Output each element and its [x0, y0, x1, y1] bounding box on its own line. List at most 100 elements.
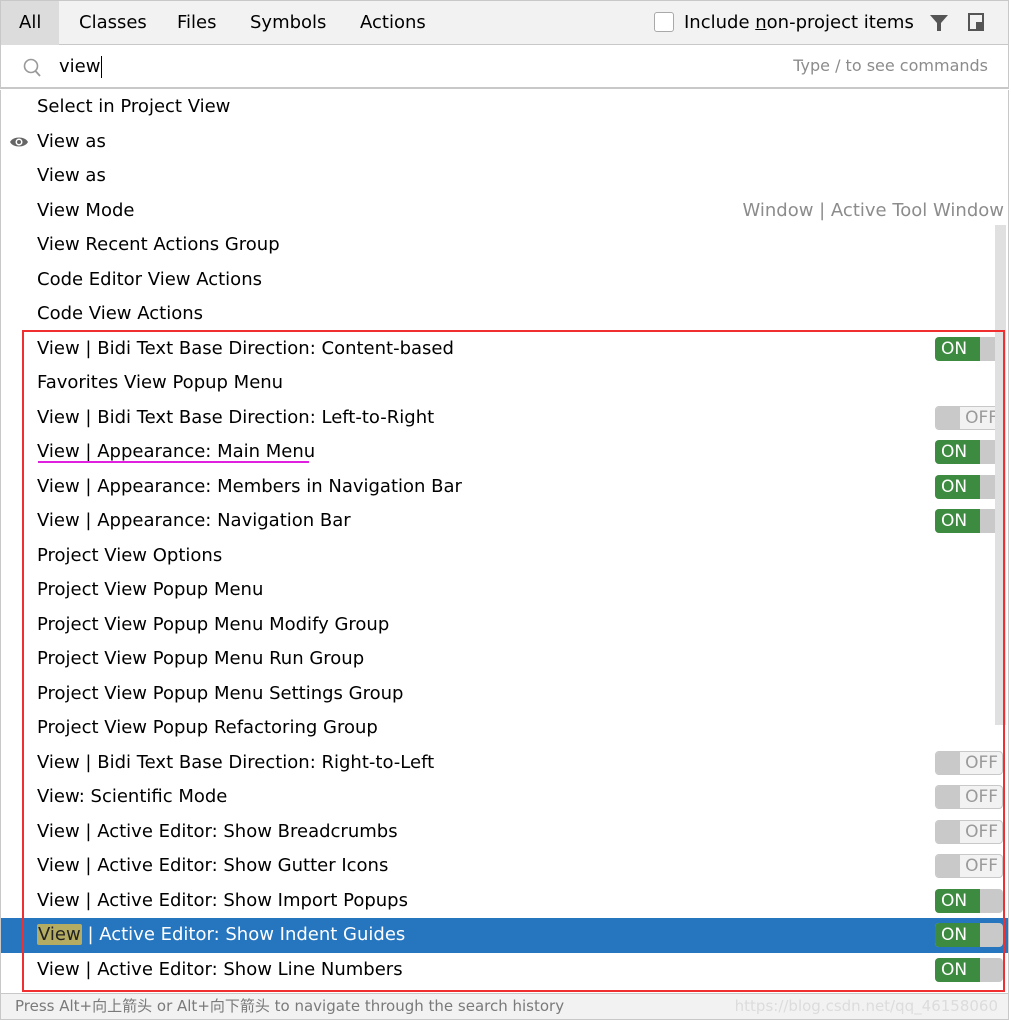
label-part: on-project items: [766, 12, 914, 33]
toggle-switch[interactable]: OFF: [935, 405, 1003, 430]
item-label: View as: [37, 130, 106, 152]
results-list: Select in Project View View as View as View…: [0, 90, 1009, 993]
toggle-switch[interactable]: OFF: [935, 854, 1003, 878]
item-label: Code Editor View Actions: [37, 268, 262, 290]
list-item[interactable]: View | Bidi Text Base Direction: Right-t…: [1, 746, 1008, 781]
tab-files[interactable]: Files: [159, 1, 235, 45]
item-label: View | Active Editor: Show Breadcrumbs: [37, 820, 398, 842]
list-item[interactable]: View | Appearance: Members in Navigation…: [1, 470, 1008, 505]
list-item[interactable]: Code Editor View Actions: [1, 263, 1008, 298]
list-item[interactable]: View | Bidi Text Base Direction: Left-to…: [1, 401, 1008, 436]
footer-hint: Press Alt+向上箭头 or Alt+向下箭头 to navigate t…: [0, 993, 1009, 1020]
item-label: View: Scientific Mode: [37, 786, 228, 807]
item-label: View | Appearance: Navigation Bar: [37, 510, 351, 531]
list-item[interactable]: View | Active Editor: Show Breadcrumbs OF…: [1, 815, 1008, 850]
list-item[interactable]: View as: [1, 159, 1008, 194]
toggle-switch[interactable]: OFF: [935, 750, 1003, 775]
item-label: Code View Actions: [37, 303, 203, 324]
item-label: View | Bidi Text Base Direction: Left-to…: [37, 406, 435, 428]
list-item[interactable]: Favorites View Popup Menu: [1, 366, 1008, 401]
toggle-state: OFF: [965, 821, 998, 842]
include-non-project-checkbox[interactable]: [654, 12, 674, 32]
item-label: View | Active Editor: Show Import Popups: [37, 889, 408, 911]
list-item[interactable]: View | Appearance: Main Menu ON: [1, 435, 1008, 470]
text-caret: [101, 56, 103, 78]
list-item[interactable]: View | Active Editor: Show Line Numbers O…: [1, 953, 1008, 988]
toggle-switch[interactable]: OFF: [935, 785, 1003, 809]
item-label: View | Active Editor: Show Gutter Icons: [37, 855, 389, 876]
item-label: View | Appearance: Members in Navigation…: [37, 475, 462, 497]
toggle-switch[interactable]: OFF: [935, 819, 1003, 844]
item-label: View Recent Actions Group: [37, 234, 280, 255]
item-label: Project View Popup Menu Modify Group: [37, 613, 390, 635]
toggle-state: ON: [935, 336, 980, 361]
toggle-state: ON: [935, 509, 980, 533]
item-label: View | Active Editor: Show Line Numbers: [37, 958, 403, 980]
toggle-knob: [936, 786, 960, 808]
list-item[interactable]: Project View Popup Refactoring Group: [1, 711, 1008, 746]
toggle-switch[interactable]: ON: [935, 509, 1003, 533]
toggle-switch[interactable]: ON: [935, 474, 1003, 499]
pin-window-icon[interactable]: [968, 13, 984, 31]
list-item[interactable]: View | Bidi Text Base Direction: Content…: [1, 332, 1008, 367]
watermark: https://blog.csdn.net/qq_46158060: [734, 997, 998, 1015]
scrollbar[interactable]: [995, 225, 1006, 725]
tab-actions[interactable]: Actions: [342, 1, 444, 45]
toggle-switch[interactable]: ON: [935, 923, 1003, 947]
toggle-state: ON: [935, 923, 980, 947]
item-label: View | Bidi Text Base Direction: Content…: [37, 337, 454, 359]
toggle-knob: [936, 751, 960, 774]
search-hint: Type / to see commands: [793, 56, 988, 75]
list-item[interactable]: Code View Actions: [1, 297, 1008, 332]
toggle-state: ON: [935, 440, 980, 464]
eye-icon: [10, 137, 28, 146]
item-label: Project View Options: [37, 544, 223, 566]
label-rest: | Active Editor: Show Indent Guides: [81, 924, 406, 945]
filter-icon[interactable]: [929, 13, 949, 33]
item-label: View Mode: [37, 199, 135, 221]
search-icon: [23, 58, 41, 77]
include-non-project-label[interactable]: Include non-project items: [684, 1, 914, 45]
item-label: Project View Popup Menu: [37, 579, 264, 600]
list-item[interactable]: View: Scientific Mode OFF: [1, 780, 1008, 815]
toggle-state: ON: [935, 888, 980, 913]
list-item[interactable]: Project View Popup Menu Run Group: [1, 642, 1008, 677]
item-label: Favorites View Popup Menu: [37, 372, 284, 393]
list-item[interactable]: View | Active Editor: Show Import Popups…: [1, 884, 1008, 919]
item-label: Select in Project View: [37, 96, 231, 117]
annotation-underline: [38, 461, 309, 463]
list-item[interactable]: Project View Popup Menu Modify Group: [1, 608, 1008, 643]
item-label: Project View Popup Menu Settings Group: [37, 682, 404, 704]
toggle-switch[interactable]: ON: [935, 888, 1003, 913]
list-item[interactable]: Project View Popup Menu Settings Group: [1, 677, 1008, 712]
list-item[interactable]: View | Appearance: Navigation Bar ON: [1, 504, 1008, 539]
tab-all[interactable]: All: [1, 1, 60, 45]
tab-symbols[interactable]: Symbols: [232, 1, 344, 45]
toggle-switch[interactable]: ON: [935, 336, 1003, 361]
toggle-switch[interactable]: ON: [935, 440, 1003, 464]
list-item[interactable]: View | Active Editor: Show Indent Guides…: [1, 918, 1008, 953]
search-input[interactable]: view: [59, 45, 103, 89]
tab-classes[interactable]: Classes: [61, 1, 165, 45]
label-part: Include: [684, 12, 756, 33]
list-item[interactable]: View Recent Actions Group: [1, 228, 1008, 263]
toggle-knob: [936, 855, 960, 877]
item-label: View | Active Editor: Show Indent Guides: [37, 918, 405, 952]
list-item[interactable]: Select in Project View: [1, 90, 1008, 125]
search-value: view: [59, 56, 101, 77]
list-item[interactable]: Project View Options: [1, 539, 1008, 574]
list-item[interactable]: View | Active Editor: Show Gutter Icons O…: [1, 849, 1008, 884]
item-label: View as: [37, 165, 106, 186]
item-label: View | Bidi Text Base Direction: Right-t…: [37, 751, 435, 773]
toggle-switch[interactable]: ON: [935, 957, 1003, 982]
item-label: Project View Popup Refactoring Group: [37, 717, 378, 738]
list-item[interactable]: Project View Popup Menu: [1, 573, 1008, 608]
toggle-knob: [936, 406, 960, 429]
list-item[interactable]: View Mode Window | Active Tool Window: [1, 194, 1008, 229]
item-label: Project View Popup Menu Run Group: [37, 648, 365, 669]
match-highlight: View: [37, 924, 82, 945]
toggle-state: OFF: [965, 752, 998, 773]
toggle-state: OFF: [965, 856, 998, 876]
list-item[interactable]: View as: [1, 125, 1008, 160]
search-bar: view Type / to see commands: [0, 45, 1009, 89]
